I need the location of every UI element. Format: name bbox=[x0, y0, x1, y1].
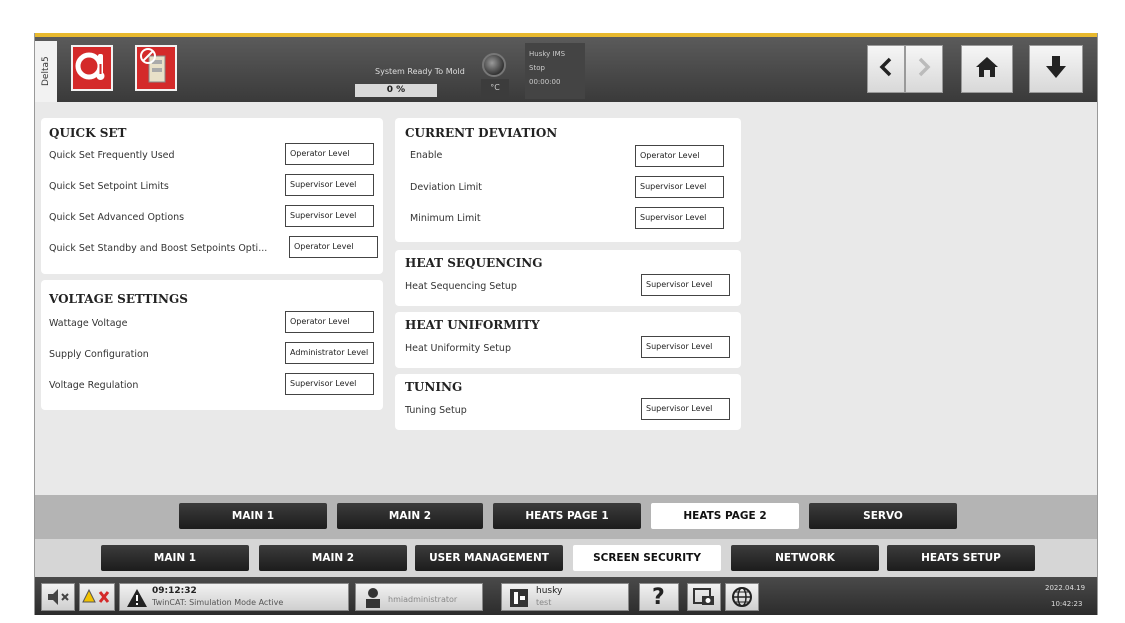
user-button[interactable]: hmiadministrator bbox=[355, 583, 483, 611]
tab-heats-page-1[interactable]: HEATS PAGE 1 bbox=[493, 503, 641, 529]
forward-button[interactable] bbox=[905, 45, 943, 93]
mute-button[interactable] bbox=[41, 583, 75, 611]
chevron-left-icon bbox=[878, 56, 894, 82]
globe-icon bbox=[726, 587, 758, 614]
screenshot-icon bbox=[688, 588, 720, 614]
voltage-settings-title: VOLTAGE SETTINGS bbox=[49, 292, 188, 306]
tab-heats-page-2[interactable]: HEATS PAGE 2 bbox=[651, 503, 799, 529]
quick-set-standby-boost-select[interactable]: Operator Level bbox=[289, 236, 378, 258]
screenshot-button[interactable] bbox=[687, 583, 721, 611]
machine-name: husky bbox=[536, 586, 563, 596]
thermometer-icon bbox=[74, 48, 110, 88]
heat-uniformity-select[interactable]: Supervisor Level bbox=[641, 336, 730, 358]
quick-set-row-label: Quick Set Frequently Used bbox=[49, 150, 175, 161]
heat-sequencing-label: Heat Sequencing Setup bbox=[405, 281, 517, 292]
progress-readout: 0 % bbox=[355, 84, 437, 97]
current-deviation-panel: CURRENT DEVIATION Enable Operator Level … bbox=[395, 118, 741, 242]
alarm-reset-button[interactable] bbox=[79, 583, 115, 611]
deviation-enable-select[interactable]: Operator Level bbox=[635, 145, 724, 167]
chevron-right-icon bbox=[916, 56, 932, 82]
hmi-screen: Delta5 System Ready To Mold 0 % °C Husky… bbox=[34, 33, 1098, 615]
voltage-row-label: Wattage Voltage bbox=[49, 318, 128, 329]
deviation-limit-select[interactable]: Supervisor Level bbox=[635, 176, 724, 198]
mold-disabled-button[interactable] bbox=[135, 45, 177, 91]
help-button[interactable]: ? bbox=[639, 583, 679, 611]
heat-sequencing-title: HEAT SEQUENCING bbox=[405, 256, 543, 270]
ims-state: Stop bbox=[529, 64, 545, 72]
voltage-regulation-select[interactable]: Supervisor Level bbox=[285, 373, 374, 395]
machine-sub: test bbox=[536, 598, 552, 607]
ims-title: Husky IMS bbox=[529, 50, 566, 58]
warning-icon bbox=[126, 588, 148, 612]
back-button[interactable] bbox=[867, 45, 905, 93]
heat-uniformity-panel: HEAT UNIFORMITY Heat Uniformity Setup Su… bbox=[395, 312, 741, 368]
language-button[interactable] bbox=[725, 583, 759, 611]
temperature-unit: °C bbox=[481, 79, 509, 97]
husky-ims-panel[interactable]: Husky IMS Stop 00:00:00 bbox=[525, 43, 585, 99]
time-readout: 10:42:23 bbox=[1051, 600, 1083, 608]
quick-set-title: QUICK SET bbox=[49, 126, 127, 140]
machine-button[interactable]: husky test bbox=[501, 583, 629, 611]
wattage-voltage-select[interactable]: Operator Level bbox=[285, 311, 374, 333]
date-readout: 2022.04.19 bbox=[1045, 584, 1086, 592]
quick-set-row-label: Quick Set Advanced Options bbox=[49, 212, 185, 223]
home-icon bbox=[974, 55, 1000, 83]
deviation-row-label: Minimum Limit bbox=[410, 213, 481, 224]
header-bar: Delta5 System Ready To Mold 0 % °C Husky… bbox=[35, 33, 1097, 102]
voltage-row-label: Supply Configuration bbox=[49, 349, 149, 360]
mute-icon bbox=[42, 589, 74, 614]
deviation-row-label: Deviation Limit bbox=[410, 182, 483, 193]
tuning-select[interactable]: Supervisor Level bbox=[641, 398, 730, 420]
tab-servo[interactable]: SERVO bbox=[809, 503, 957, 529]
user-icon bbox=[364, 587, 382, 613]
alarm-text: TwinCAT: Simulation Mode Active bbox=[152, 598, 284, 607]
current-deviation-title: CURRENT DEVIATION bbox=[405, 126, 558, 140]
quick-set-row-label: Quick Set Standby and Boost Setpoints Op… bbox=[49, 243, 268, 254]
quick-set-frequently-used-select[interactable]: Operator Level bbox=[285, 143, 374, 165]
status-indicator bbox=[482, 53, 506, 77]
quick-set-panel: QUICK SET Quick Set Frequently Used Oper… bbox=[41, 118, 383, 274]
tab-network[interactable]: NETWORK bbox=[731, 545, 879, 571]
tuning-title: TUNING bbox=[405, 380, 463, 394]
tab-screen-security[interactable]: SCREEN SECURITY bbox=[573, 545, 721, 571]
home-button[interactable] bbox=[961, 45, 1013, 93]
heat-sequencing-select[interactable]: Supervisor Level bbox=[641, 274, 730, 296]
download-arrow-icon bbox=[1044, 54, 1068, 84]
status-bar: 09:12:32 TwinCAT: Simulation Mode Active… bbox=[35, 577, 1097, 615]
side-tab[interactable]: Delta5 bbox=[35, 41, 57, 102]
tuning-panel: TUNING Tuning Setup Supervisor Level bbox=[395, 374, 741, 430]
minimum-limit-select[interactable]: Supervisor Level bbox=[635, 207, 724, 229]
voltage-row-label: Voltage Regulation bbox=[49, 380, 139, 391]
tab-main-1[interactable]: MAIN 1 bbox=[179, 503, 327, 529]
quick-set-advanced-options-select[interactable]: Supervisor Level bbox=[285, 205, 374, 227]
page-tab-bar: MAIN 1 MAIN 2 HEATS PAGE 1 HEATS PAGE 2 … bbox=[35, 495, 1097, 539]
voltage-settings-panel: VOLTAGE SETTINGS Wattage Voltage Operato… bbox=[41, 280, 383, 410]
tab-main-2[interactable]: MAIN 2 bbox=[337, 503, 483, 529]
quick-set-row-label: Quick Set Setpoint Limits bbox=[49, 181, 169, 192]
tab-user-management[interactable]: USER MANAGEMENT bbox=[415, 545, 563, 571]
system-status-text: System Ready To Mold bbox=[375, 67, 465, 76]
heat-uniformity-title: HEAT UNIFORMITY bbox=[405, 318, 540, 332]
machine-icon bbox=[508, 587, 530, 613]
no-mold-icon bbox=[137, 46, 175, 90]
supply-configuration-select[interactable]: Administrator Level bbox=[285, 342, 374, 364]
ims-time: 00:00:00 bbox=[529, 78, 561, 86]
deviation-row-label: Enable bbox=[410, 150, 443, 161]
tab-heats-setup[interactable]: HEATS SETUP bbox=[887, 545, 1035, 571]
tab-main-1[interactable]: MAIN 1 bbox=[101, 545, 249, 571]
heat-uniformity-label: Heat Uniformity Setup bbox=[405, 343, 511, 354]
user-name: hmiadministrator bbox=[388, 595, 458, 604]
heat-sequencing-panel: HEAT SEQUENCING Heat Sequencing Setup Su… bbox=[395, 250, 741, 306]
alarm-banner[interactable]: 09:12:32 TwinCAT: Simulation Mode Active bbox=[119, 583, 349, 611]
tuning-label: Tuning Setup bbox=[405, 405, 467, 416]
tab-main-2[interactable]: MAIN 2 bbox=[259, 545, 407, 571]
help-icon: ? bbox=[652, 585, 665, 610]
alarm-time: 09:12:32 bbox=[152, 586, 197, 596]
download-button[interactable] bbox=[1029, 45, 1083, 93]
quick-set-setpoint-limits-select[interactable]: Supervisor Level bbox=[285, 174, 374, 196]
section-tab-bar: MAIN 1 MAIN 2 USER MANAGEMENT SCREEN SEC… bbox=[35, 539, 1097, 577]
heats-button[interactable] bbox=[71, 45, 113, 91]
